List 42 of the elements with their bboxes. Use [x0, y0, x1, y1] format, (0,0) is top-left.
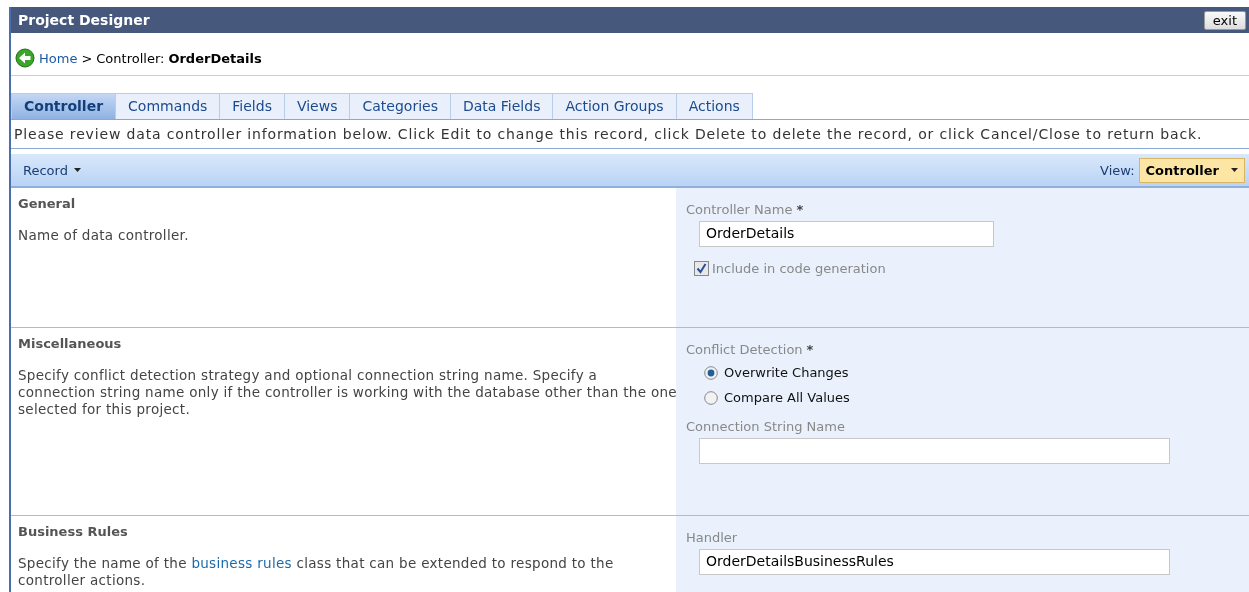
required-mark: *	[806, 342, 814, 357]
record-menu[interactable]: Record	[21, 160, 83, 180]
window-title: Project Designer	[18, 12, 150, 28]
radio-button[interactable]	[704, 365, 718, 380]
field-label: Handler	[686, 530, 738, 545]
breadcrumb-separator: >	[81, 50, 93, 66]
tab[interactable]: Commands	[115, 93, 221, 119]
section-description: Specify conflict detection strategy and optional connection string name. Specify a connection string name only if the controller is working with the database other than the one selected for this project.	[18, 367, 678, 418]
tab[interactable]: Fields	[219, 93, 285, 119]
caret-icon	[1231, 168, 1238, 172]
field-label: Controller Name	[686, 202, 793, 217]
caret-icon	[73, 168, 81, 172]
checkbox[interactable]	[694, 261, 709, 276]
input-field[interactable]	[699, 438, 1170, 464]
section-title: General	[18, 196, 77, 211]
home-link[interactable]: Home	[39, 50, 78, 66]
tab[interactable]: Data Fields	[449, 93, 554, 119]
tab[interactable]: Controller	[11, 93, 117, 119]
section-description: Name of data controller.	[18, 227, 190, 244]
radio-label: Overwrite Changes	[724, 365, 849, 380]
section-description: Specify the name of the business rules class that can be extended to respond to the controller actions.	[18, 555, 615, 589]
breadcrumb-label: Controller:	[96, 50, 165, 66]
tab[interactable]: Actions	[675, 93, 753, 119]
tab[interactable]: Categories	[349, 93, 451, 119]
section-title: Business Rules	[18, 524, 129, 539]
input-field[interactable]: OrderDetails	[699, 221, 994, 247]
section-title: Miscellaneous	[18, 336, 123, 351]
business-rules-link[interactable]: business rules	[191, 555, 292, 571]
view-label: View:	[1100, 162, 1135, 178]
input-field[interactable]: OrderDetailsBusinessRules	[699, 549, 1170, 575]
tab[interactable]: Views	[283, 93, 351, 119]
field-label: Connection String Name	[686, 419, 845, 434]
info-text: Please review data controller information below. Click Edit to change this record, click Delete to delete the record, or click Cancel/Close to return back.	[11, 120, 1249, 149]
required-mark: *	[796, 202, 804, 217]
exit-button[interactable]: exit	[1203, 10, 1246, 30]
radio-button[interactable]	[704, 390, 718, 405]
field-label: Conflict Detection	[686, 342, 803, 357]
view-dropdown[interactable]: Controller	[1138, 157, 1245, 183]
checkbox-label: Include in code generation	[712, 261, 886, 276]
tab[interactable]: Action Groups	[552, 93, 677, 119]
radio-label: Compare All Values	[724, 390, 850, 405]
breadcrumb-current: OrderDetails	[168, 50, 262, 66]
